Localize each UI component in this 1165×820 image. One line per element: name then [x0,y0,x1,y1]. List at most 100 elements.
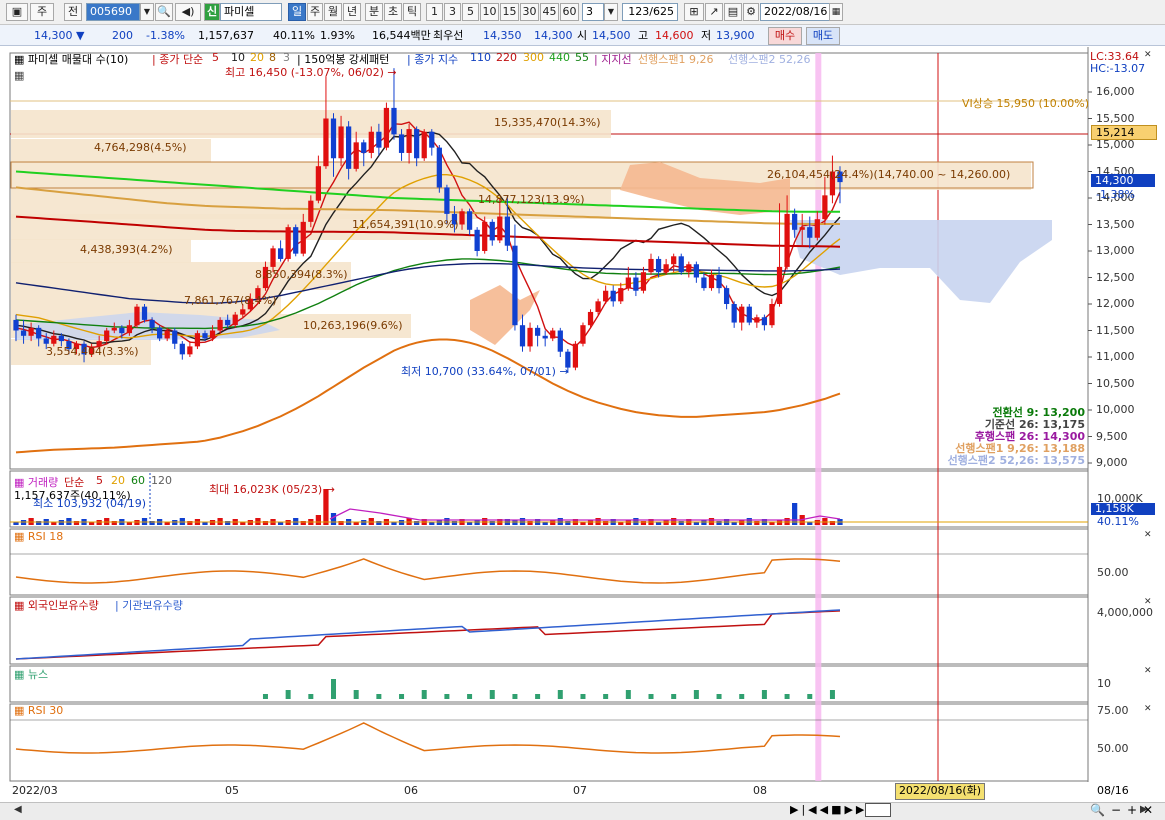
volume-zone-label: 10,263,196(9.6%) [303,319,403,332]
legend-ma-label: | 종가 단순 [152,53,204,66]
price-tick-label: 12,500 [1096,270,1135,284]
news-bar [262,694,268,699]
period-day[interactable]: 일 [288,3,306,21]
candle-body [474,229,480,251]
candle-body [111,327,117,331]
candle-body [776,266,783,304]
name-input[interactable]: 파미셀 [220,3,282,21]
zoom-controls-icon[interactable]: 🔍−+✕ [1090,803,1159,817]
interval-dropdown-icon[interactable]: ▼ [604,3,618,21]
candle-body [746,306,752,323]
news-bar [761,690,767,699]
search-icon[interactable]: 🔍 [155,3,173,21]
legend-ema-110: 110 [470,51,491,64]
price-tick-label: 12,000 [1096,297,1135,310]
quote-bar: 14,300 ▼ 200 -1.38% 1,157,637 40.11% 1.9… [0,25,1165,46]
candle-body [633,277,639,291]
tools-icon[interactable]: ↗ [705,3,723,21]
count-input[interactable]: 123/625 [622,3,678,21]
interval-3[interactable]: 3 [444,3,461,21]
pane-close-icon[interactable]: ✕ [1144,704,1152,714]
candle-body [663,264,669,273]
candle-body [225,319,231,326]
interval-60[interactable]: 60 [560,3,579,21]
interval-10[interactable]: 10 [480,3,499,21]
candle-body [655,258,662,273]
rsi18-axis: 50.00 [1097,566,1129,579]
buy-button[interactable]: 매수 [768,27,802,45]
period-minute[interactable]: 분 [365,3,383,21]
code-input[interactable]: 005690 [86,3,140,21]
interval-input[interactable]: 3 [582,3,604,21]
candle-body [164,330,170,339]
legend-ema-300: 300 [523,51,544,64]
pane-close-icon[interactable]: ✕ [1144,666,1152,676]
rsi18-pane [9,528,1089,596]
period-second[interactable]: 초 [384,3,402,21]
price-tick-label: 9,500 [1096,429,1128,443]
credit-badge: 신 [204,3,220,21]
calendar-icon[interactable]: ▦ [829,3,843,21]
period-month[interactable]: 월 [324,3,342,21]
candle-body [769,304,775,326]
candle-body [338,126,344,159]
quote-low-label: 저 [701,29,712,42]
speaker-icon[interactable]: ◀) [175,3,201,21]
prev-button[interactable]: 전 [64,3,82,21]
volume-bar [330,513,337,525]
interval-5[interactable]: 5 [462,3,479,21]
candle-body [550,330,556,339]
scroll-thumb[interactable] [865,803,891,817]
mode-select[interactable]: 주 [30,3,54,21]
news-bar [603,694,609,699]
grid-icon[interactable]: ⊞ [684,3,704,21]
candle-body [436,147,442,188]
period-year[interactable]: 년 [343,3,361,21]
code-dropdown-icon[interactable]: ▼ [140,3,154,21]
candle-body [209,330,216,339]
candle-body [497,216,503,241]
playback-controls-icon[interactable]: ▶|◀◀■▶▶ [790,803,867,816]
news-bar [739,694,745,699]
candle-body [557,330,563,352]
gear-icon[interactable]: ⚙ [743,3,759,21]
legend-hc: HC:-13.07 [1090,62,1146,75]
interval-15[interactable]: 15 [500,3,519,21]
interval-1[interactable]: 1 [426,3,443,21]
candle-body [277,248,284,259]
legend-ema-440: 440 [549,51,570,64]
legend-ichimoku: | 지지선 [594,53,632,66]
volume-zone-label: 14,877,123(13.9%) [478,193,585,206]
pane-close-icon[interactable]: ✕ [1144,530,1152,540]
chart-canvas[interactable] [0,47,1165,782]
candle-body [330,118,337,159]
volume-zone-label: 8,850,394(8.3%) [255,268,348,281]
scroll-left-icon[interactable]: ◀ [14,804,22,815]
volume-zone-label: 7,861,767(8.4%) [184,294,277,307]
period-week[interactable]: 주 [307,3,323,21]
screen-icon[interactable]: ▣ [6,3,28,21]
quote-turnover: 1.93% [320,29,355,42]
candle-body [202,333,208,339]
candle-body [149,319,155,328]
price-tick-label: 10,000 [1096,403,1135,416]
period-tick[interactable]: 틱 [403,3,421,21]
volume-max: 최대 16,023K (05/23) → [209,483,335,496]
quote-price: 14,300 ▼ [34,29,85,42]
legend-ma-8: 8 [269,51,276,64]
candle-body [293,227,299,254]
save-icon[interactable]: ▤ [724,3,742,21]
volume-box-pct: 40.11% [1097,515,1139,528]
pane-close-icon[interactable]: ✕ [1144,50,1152,60]
sell-button[interactable]: 매도 [806,27,840,45]
candle-body [754,317,760,323]
date-input[interactable]: 2022/08/16 [760,3,830,21]
last-date: 08/16 [1097,784,1129,797]
scrollbar[interactable] [0,802,1165,820]
holdings-title-foreign: ▦ 외국인보유수량 [14,599,99,612]
pane-close-icon[interactable]: ✕ [1144,597,1152,607]
news-bar [807,694,813,699]
interval-30[interactable]: 30 [520,3,539,21]
interval-45[interactable]: 45 [540,3,559,21]
candle-body [346,126,352,169]
